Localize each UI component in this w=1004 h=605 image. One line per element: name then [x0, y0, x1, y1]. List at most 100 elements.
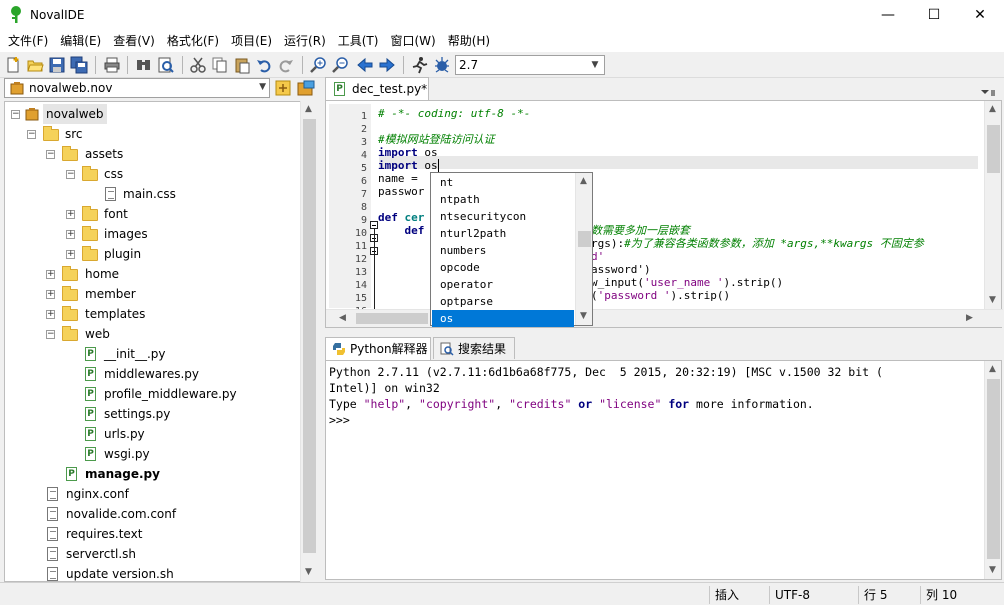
- autocomplete-item[interactable]: ntsecuritycon: [432, 208, 574, 225]
- autocomplete-list[interactable]: nt ntpath ntsecuritycon nturl2path numbe…: [430, 172, 593, 327]
- run-icon[interactable]: [411, 56, 429, 74]
- collapse-icon[interactable]: −: [46, 150, 55, 159]
- python-version-select[interactable]: 2.7 ▼: [455, 55, 605, 75]
- save-all-icon[interactable]: [70, 56, 88, 74]
- tree-item-wsgi-py[interactable]: P wsgi.py: [5, 444, 305, 464]
- new-file-icon[interactable]: [4, 56, 22, 74]
- tree-item-nginx-conf[interactable]: nginx.conf: [5, 484, 305, 504]
- tree-item-serverctl-sh[interactable]: serverctl.sh: [5, 544, 305, 564]
- expand-icon[interactable]: +: [66, 230, 75, 239]
- tree-item-images[interactable]: + images: [5, 224, 305, 244]
- fold-marker-icon[interactable]: [370, 221, 378, 229]
- project-select[interactable]: novalweb.nov ▼: [4, 78, 270, 98]
- autocomplete-item[interactable]: nt: [432, 174, 574, 191]
- scroll-left-icon[interactable]: ◀: [339, 313, 346, 323]
- menu-tools[interactable]: 工具(T): [332, 30, 385, 52]
- collapse-icon[interactable]: −: [66, 170, 75, 179]
- scroll-up-icon[interactable]: ▲: [989, 364, 996, 374]
- editor-vertical-scrollbar[interactable]: ▲ ▼: [984, 101, 1001, 310]
- expand-icon[interactable]: +: [66, 210, 75, 219]
- autocomplete-item[interactable]: opcode: [432, 259, 574, 276]
- tab-search-results[interactable]: 搜索结果: [433, 337, 515, 359]
- tree-item-plugin[interactable]: + plugin: [5, 244, 305, 264]
- tree-item-assets[interactable]: − assets: [5, 144, 305, 164]
- scroll-thumb[interactable]: [356, 313, 428, 324]
- scroll-thumb[interactable]: [987, 125, 1000, 173]
- collapse-icon[interactable]: −: [27, 130, 36, 139]
- menu-file[interactable]: 文件(F): [2, 30, 54, 52]
- scroll-thumb[interactable]: [303, 119, 316, 553]
- tree-item-novalide-conf[interactable]: novalide.com.conf: [5, 504, 305, 524]
- save-icon[interactable]: [48, 56, 66, 74]
- scroll-down-icon[interactable]: ▼: [580, 311, 587, 321]
- print-icon[interactable]: [103, 56, 121, 74]
- menu-edit[interactable]: 编辑(E): [54, 30, 107, 52]
- tree-item-src[interactable]: − src: [5, 124, 305, 144]
- expand-icon[interactable]: +: [46, 270, 55, 279]
- close-button[interactable]: ✕: [957, 0, 1003, 30]
- shell-scrollbar[interactable]: ▲ ▼: [984, 361, 1001, 579]
- redo-icon[interactable]: [277, 56, 295, 74]
- code-editor[interactable]: 1 2 3 4 5 6 7 8 9 10 11 12 13 14 15 16 #…: [325, 100, 1003, 328]
- tab-menu-icon[interactable]: [979, 88, 997, 98]
- tree-item-profile-middleware-py[interactable]: P profile_middleware.py: [5, 384, 305, 404]
- menu-format[interactable]: 格式化(F): [161, 30, 225, 52]
- tree-item-update-version-sh[interactable]: update version.sh: [5, 564, 305, 581]
- scroll-down-icon[interactable]: ▼: [305, 567, 312, 577]
- menu-view[interactable]: 查看(V): [107, 30, 161, 52]
- expand-icon[interactable]: +: [66, 250, 75, 259]
- tree-item-settings-py[interactable]: P settings.py: [5, 404, 305, 424]
- open-file-icon[interactable]: [26, 56, 44, 74]
- autocomplete-scrollbar[interactable]: ▲ ▼: [575, 173, 592, 325]
- menu-run[interactable]: 运行(R): [278, 30, 332, 52]
- copy-icon[interactable]: [211, 56, 229, 74]
- tree-item-web[interactable]: − web: [5, 324, 305, 344]
- tree-item-member[interactable]: + member: [5, 284, 305, 304]
- autocomplete-item[interactable]: numbers: [432, 242, 574, 259]
- autocomplete-item[interactable]: operator: [432, 276, 574, 293]
- tree-item-font[interactable]: + font: [5, 204, 305, 224]
- scroll-up-icon[interactable]: ▲: [989, 104, 996, 114]
- cut-icon[interactable]: [189, 56, 207, 74]
- tree-scrollbar[interactable]: ▲ ▼: [300, 101, 317, 582]
- autocomplete-item[interactable]: ntpath: [432, 191, 574, 208]
- debug-icon[interactable]: [433, 56, 451, 74]
- maximize-button[interactable]: ☐: [911, 0, 957, 30]
- scroll-right-icon[interactable]: ▶: [966, 313, 973, 323]
- tree-item-main-css[interactable]: main.css: [5, 184, 305, 204]
- back-arrow-icon[interactable]: [356, 56, 374, 74]
- forward-arrow-icon[interactable]: [378, 56, 396, 74]
- collapse-icon[interactable]: −: [11, 110, 20, 119]
- tab-python-interpreter[interactable]: Python解释器: [325, 337, 431, 360]
- menu-window[interactable]: 窗口(W): [384, 30, 441, 52]
- undo-icon[interactable]: [255, 56, 273, 74]
- scroll-down-icon[interactable]: ▼: [989, 565, 996, 575]
- autocomplete-item[interactable]: optparse: [432, 293, 574, 310]
- find-icon[interactable]: [135, 56, 153, 74]
- paste-icon[interactable]: [233, 56, 251, 74]
- tree-item-requires-text[interactable]: requires.text: [5, 524, 305, 544]
- collapse-icon[interactable]: −: [46, 330, 55, 339]
- tree-item-urls-py[interactable]: P urls.py: [5, 424, 305, 444]
- autocomplete-item[interactable]: nturl2path: [432, 225, 574, 242]
- tree-item-home[interactable]: + home: [5, 264, 305, 284]
- project-add-icon[interactable]: [275, 80, 291, 96]
- scroll-thumb[interactable]: [578, 231, 591, 247]
- scroll-up-icon[interactable]: ▲: [305, 104, 312, 114]
- tree-item-css[interactable]: − css: [5, 164, 305, 184]
- tree-item-novalweb[interactable]: − novalweb: [5, 104, 305, 124]
- zoom-in-icon[interactable]: [309, 56, 327, 74]
- zoom-out-icon[interactable]: [331, 56, 349, 74]
- scroll-down-icon[interactable]: ▼: [989, 295, 996, 305]
- tree-item-manage-py[interactable]: P manage.py: [5, 464, 305, 484]
- find-in-files-icon[interactable]: [157, 56, 175, 74]
- scroll-thumb[interactable]: [987, 379, 1000, 559]
- autocomplete-item-selected[interactable]: os: [432, 310, 574, 327]
- menu-project[interactable]: 项目(E): [225, 30, 278, 52]
- tree-item-middlewares-py[interactable]: P middlewares.py: [5, 364, 305, 384]
- tab-dec-test-py[interactable]: P dec_test.py*: [325, 77, 429, 101]
- python-shell[interactable]: Python 2.7.11 (v2.7.11:6d1b6a68f775, Dec…: [325, 360, 1002, 580]
- menu-help[interactable]: 帮助(H): [442, 30, 496, 52]
- tree-item-init-py[interactable]: P __init__.py: [5, 344, 305, 364]
- minimize-button[interactable]: —: [865, 0, 911, 30]
